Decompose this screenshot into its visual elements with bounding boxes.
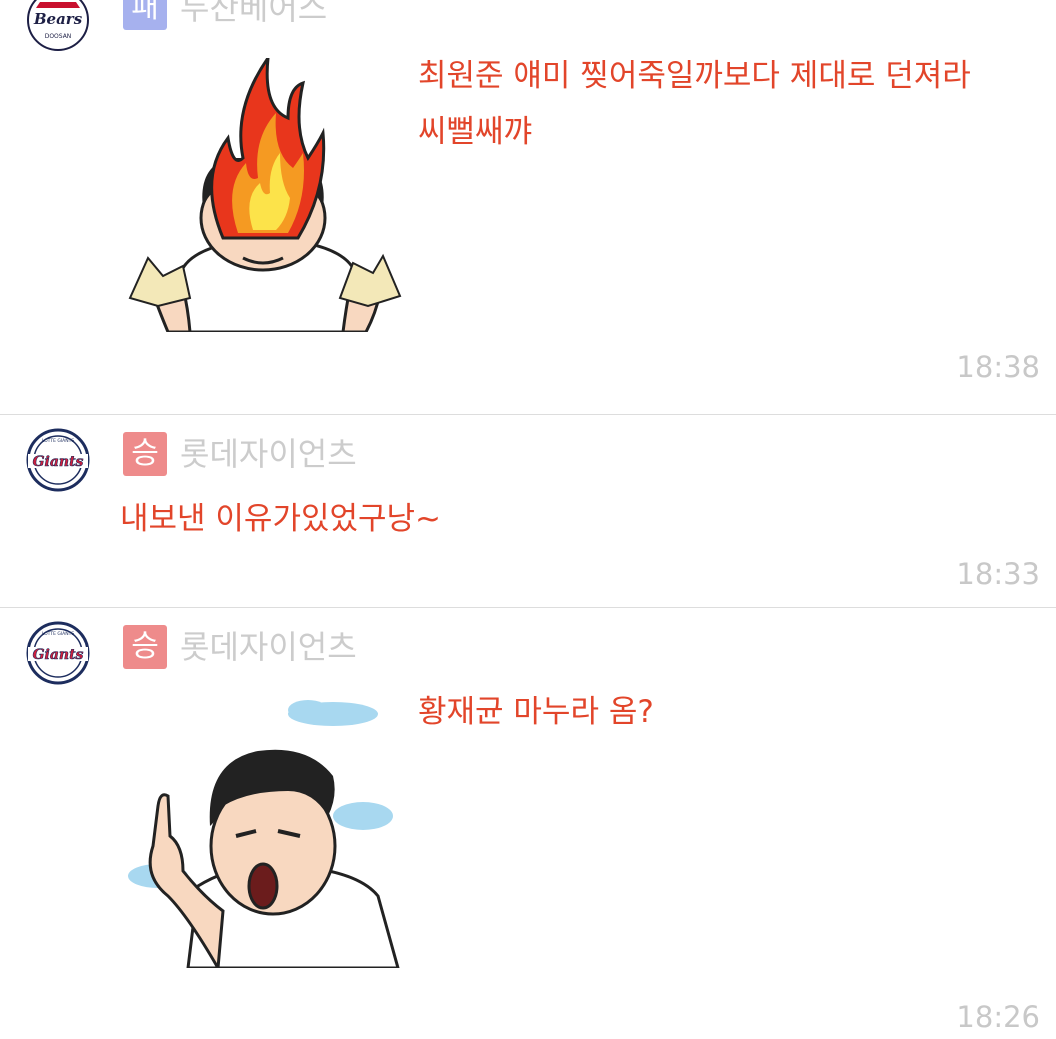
comment-item: LOTTE GIANTS Giants 승 롯데자이언츠 황재균 마누라 옴? bbox=[0, 608, 1056, 1039]
comment-text-line: 씨뻘쌔꺄 bbox=[418, 114, 533, 150]
giants-logo-sub: LOTTE GIANTS bbox=[42, 438, 75, 444]
comment-timestamp: 18:33 bbox=[956, 557, 1040, 591]
giants-logo-sub: LOTTE GIANTS bbox=[42, 631, 75, 637]
comment-feed: Bears DOOSAN 패 두산베어스 최원준 얘미 찢어죽일까보다 제대로 … bbox=[0, 0, 1056, 1039]
comment-item: Bears DOOSAN 패 두산베어스 최원준 얘미 찢어죽일까보다 제대로 … bbox=[0, 0, 1056, 414]
team-name[interactable]: 롯데자이언츠 bbox=[180, 432, 357, 476]
win-badge: 승 bbox=[123, 432, 167, 476]
comment-timestamp: 18:26 bbox=[956, 1000, 1040, 1034]
giants-logo-avatar[interactable]: LOTTE GIANTS Giants bbox=[26, 428, 90, 492]
comment-text: 내보낸 이유가있었구낭~ bbox=[120, 491, 441, 547]
bears-logo-text: Bears bbox=[33, 10, 83, 28]
comment-text: 최원준 얘미 찢어죽일까보다 제대로 던져라 씨뻘쌔꺄 bbox=[418, 48, 971, 160]
bears-logo-sub: DOOSAN bbox=[45, 33, 72, 40]
angry-flame-head-sticker bbox=[128, 58, 402, 332]
bears-logo-avatar[interactable]: Bears DOOSAN bbox=[26, 0, 90, 52]
win-badge: 승 bbox=[123, 625, 167, 669]
team-name[interactable]: 두산베어스 bbox=[180, 0, 327, 30]
comment-item: LOTTE GIANTS Giants 승 롯데자이언츠 내보낸 이유가있었구낭… bbox=[0, 415, 1056, 607]
team-name[interactable]: 롯데자이언츠 bbox=[180, 625, 357, 669]
comment-text-line: 내보낸 이유가있었구낭~ bbox=[120, 501, 442, 537]
giants-logo-text: Giants bbox=[33, 454, 84, 470]
giants-logo-text: Giants bbox=[33, 647, 84, 663]
lose-badge: 패 bbox=[123, 0, 167, 30]
giants-logo-avatar[interactable]: LOTTE GIANTS Giants bbox=[26, 621, 90, 685]
comment-text-line: 황재균 마누라 옴? bbox=[418, 694, 654, 730]
comment-timestamp: 18:38 bbox=[956, 350, 1040, 384]
pointing-man-sticker bbox=[128, 700, 400, 968]
comment-text-line: 최원준 얘미 찢어죽일까보다 제대로 던져라 bbox=[418, 58, 971, 94]
comment-text: 황재균 마누라 옴? bbox=[418, 684, 654, 740]
